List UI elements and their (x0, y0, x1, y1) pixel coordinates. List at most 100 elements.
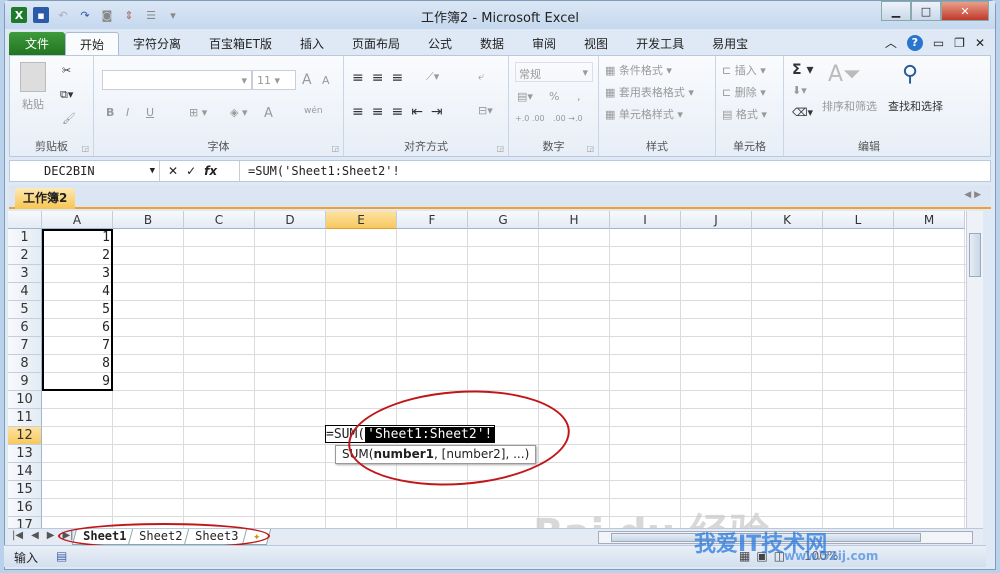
workbook-minimize-icon[interactable]: ▭ (933, 36, 944, 50)
tab-0[interactable]: 文件 (9, 32, 66, 56)
horizontal-align-icons[interactable]: ≡≡≡⇤⇥ (352, 104, 451, 120)
page-layout-view-icon[interactable]: ▣ (756, 549, 767, 563)
row-header-11[interactable]: 11 (8, 409, 42, 427)
column-header-M[interactable]: M (894, 211, 965, 229)
maximize-button[interactable]: □ (911, 1, 941, 21)
formula-input[interactable]: =SUM('Sheet1:Sheet2'! (240, 164, 400, 178)
row-header-2[interactable]: 2 (8, 247, 42, 265)
row-header-15[interactable]: 15 (8, 481, 42, 499)
grow-font-button[interactable]: A (302, 72, 312, 88)
paste-icon[interactable] (20, 62, 46, 92)
row-header-7[interactable]: 7 (8, 337, 42, 355)
sort-filter-icon[interactable]: A⏷ (828, 62, 861, 87)
copy-icon[interactable]: ⧉▾ (60, 88, 73, 102)
column-header-G[interactable]: G (468, 211, 539, 229)
dialog-launcher-icon[interactable]: ◲ (81, 144, 89, 153)
cell-A9[interactable]: 9 (42, 373, 113, 391)
row-header-13[interactable]: 13 (8, 445, 42, 463)
tab-6[interactable]: 公式 (414, 32, 466, 56)
worksheet-grid[interactable]: A B C D E F G H I J K L M 1 2 3 4 5 6 7 8 9 10 11 12 13 14 15 16 17 1 2… (8, 211, 966, 529)
find-select-button[interactable]: 查找和选择 (888, 98, 943, 114)
column-header-C[interactable]: C (184, 211, 255, 229)
name-box[interactable]: DEC2BIN ▼ (10, 161, 160, 181)
font-size-select[interactable]: 11 ▾ (252, 70, 296, 90)
tab-10[interactable]: 开发工具 (622, 32, 698, 56)
macro-record-icon[interactable]: ▤ (56, 549, 67, 563)
row-header-10[interactable]: 10 (8, 391, 42, 409)
horizontal-scroll-thumb[interactable] (611, 533, 921, 542)
format-as-table-button[interactable]: ▦ 套用表格格式 ▾ (605, 84, 694, 100)
minimize-button[interactable]: ▁ (881, 1, 911, 21)
shrink-font-button[interactable]: A (322, 74, 330, 87)
binoculars-icon[interactable]: ⚲ (902, 62, 918, 87)
select-all-corner[interactable] (8, 211, 42, 229)
increase-decimal-button[interactable]: +.0 .00 (515, 114, 545, 123)
normal-view-icon[interactable]: ▦ (739, 549, 750, 563)
dialog-launcher-icon[interactable]: ◲ (586, 144, 594, 153)
merge-icon[interactable]: ⊟▾ (478, 104, 493, 117)
tab-7[interactable]: 数据 (466, 32, 518, 56)
row-header-16[interactable]: 16 (8, 499, 42, 517)
cancel-icon[interactable]: ✕ (168, 164, 178, 178)
tab-5[interactable]: 页面布局 (338, 32, 414, 56)
tab-4[interactable]: 插入 (286, 32, 338, 56)
font-color-button[interactable]: A (264, 106, 273, 121)
vertical-scrollbar[interactable] (966, 211, 983, 529)
cell-A5[interactable]: 5 (42, 301, 113, 319)
cell-styles-button[interactable]: ▦ 单元格样式 ▾ (605, 106, 683, 122)
autosum-button[interactable]: Σ ▾ (792, 62, 813, 78)
tab-3[interactable]: 百宝箱ET版 (195, 32, 286, 56)
clear-icon[interactable]: ⌫▾ (792, 106, 813, 119)
comma-button[interactable]: , (577, 90, 581, 103)
horizontal-scrollbar[interactable] (598, 531, 973, 544)
row-header-12[interactable]: 12 (8, 427, 42, 445)
workbook-nav-icons[interactable]: ◀ ▶ (964, 190, 981, 200)
workbook-close-icon[interactable]: ✕ (975, 36, 985, 50)
column-header-F[interactable]: F (397, 211, 468, 229)
row-header-8[interactable]: 8 (8, 355, 42, 373)
column-header-D[interactable]: D (255, 211, 326, 229)
fill-color-icon[interactable]: ◈ ▾ (230, 106, 247, 119)
cell-A1[interactable]: 1 (42, 229, 113, 247)
close-button[interactable]: ✕ (941, 1, 989, 21)
row-header-6[interactable]: 6 (8, 319, 42, 337)
format-painter-icon[interactable]: 🖌 (62, 112, 76, 125)
percent-button[interactable]: % (549, 90, 559, 103)
column-header-H[interactable]: H (539, 211, 610, 229)
dialog-launcher-icon[interactable]: ◲ (331, 144, 339, 153)
fill-icon[interactable]: ⬇▾ (792, 84, 807, 97)
column-header-J[interactable]: J (681, 211, 752, 229)
cell-A8[interactable]: 8 (42, 355, 113, 373)
bold-button[interactable]: B (106, 106, 114, 119)
tab-8[interactable]: 审阅 (518, 32, 570, 56)
column-header-K[interactable]: K (752, 211, 823, 229)
row-header-14[interactable]: 14 (8, 463, 42, 481)
conditional-format-button[interactable]: ▦ 条件格式 ▾ (605, 62, 672, 78)
tab-1[interactable]: 开始 (65, 32, 120, 56)
column-header-I[interactable]: I (610, 211, 681, 229)
help-icon[interactable]: ? (906, 34, 923, 51)
phonetic-button[interactable]: wén (304, 106, 323, 116)
column-header-L[interactable]: L (823, 211, 894, 229)
sort-filter-button[interactable]: 排序和筛选 (822, 98, 877, 114)
column-header-A[interactable]: A (42, 211, 113, 229)
borders-icon[interactable]: ⊞ ▾ (189, 106, 207, 119)
workbook-restore-icon[interactable]: ❐ (954, 36, 965, 50)
row-header-1[interactable]: 1 (8, 229, 42, 247)
format-cells-button[interactable]: ▤ 格式 ▾ (722, 106, 767, 122)
row-header-3[interactable]: 3 (8, 265, 42, 283)
tab-2[interactable]: 字符分离 (119, 32, 195, 56)
cell-A4[interactable]: 4 (42, 283, 113, 301)
row-header-4[interactable]: 4 (8, 283, 42, 301)
underline-button[interactable]: U (146, 106, 154, 119)
page-break-view-icon[interactable]: ◫ (774, 549, 785, 563)
zoom-level[interactable]: 100% (804, 549, 838, 563)
currency-icon[interactable]: ▤▾ (517, 90, 533, 103)
italic-button[interactable]: I (126, 106, 129, 119)
vertical-scroll-thumb[interactable] (969, 233, 981, 277)
orientation-icon[interactable]: ⟋▾ (426, 70, 439, 84)
dialog-launcher-icon[interactable]: ◲ (496, 144, 504, 153)
workbook-tab[interactable]: 工作簿2 (15, 188, 76, 209)
wrap-text-icon[interactable]: ⤶ (478, 70, 484, 84)
insert-cells-button[interactable]: ⊏ 插入 ▾ (722, 62, 766, 78)
